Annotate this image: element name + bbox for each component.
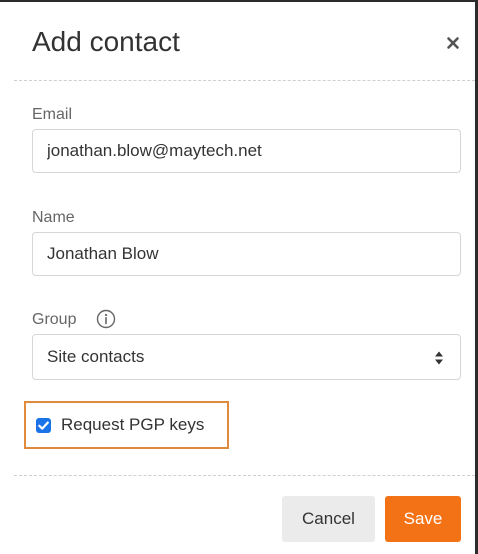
name-label: Name (32, 209, 75, 226)
request-pgp-keys-checkbox[interactable] (36, 418, 51, 433)
request-pgp-keys-option[interactable]: Request PGP keys (24, 401, 229, 449)
name-field[interactable] (32, 232, 461, 276)
sort-arrows-icon (434, 350, 444, 366)
request-pgp-keys-label: Request PGP keys (61, 415, 205, 434)
page: Add contact Email Name Group Site contac… (0, 0, 478, 554)
info-icon[interactable] (96, 309, 116, 329)
group-select-value: Site contacts (47, 347, 145, 366)
checkmark-icon (38, 421, 49, 430)
email-label: Email (32, 106, 73, 123)
footer-divider (14, 475, 475, 476)
group-label: Group (32, 311, 77, 328)
dialog-title: Add contact (32, 26, 180, 57)
cancel-button[interactable]: Cancel (282, 496, 375, 542)
group-select[interactable]: Site contacts (32, 334, 461, 380)
close-icon[interactable] (443, 33, 463, 53)
save-button[interactable]: Save (385, 496, 461, 542)
add-contact-dialog: Add contact Email Name Group Site contac… (14, 2, 475, 554)
dialog-header: Add contact (14, 2, 475, 81)
email-field[interactable] (32, 129, 461, 173)
